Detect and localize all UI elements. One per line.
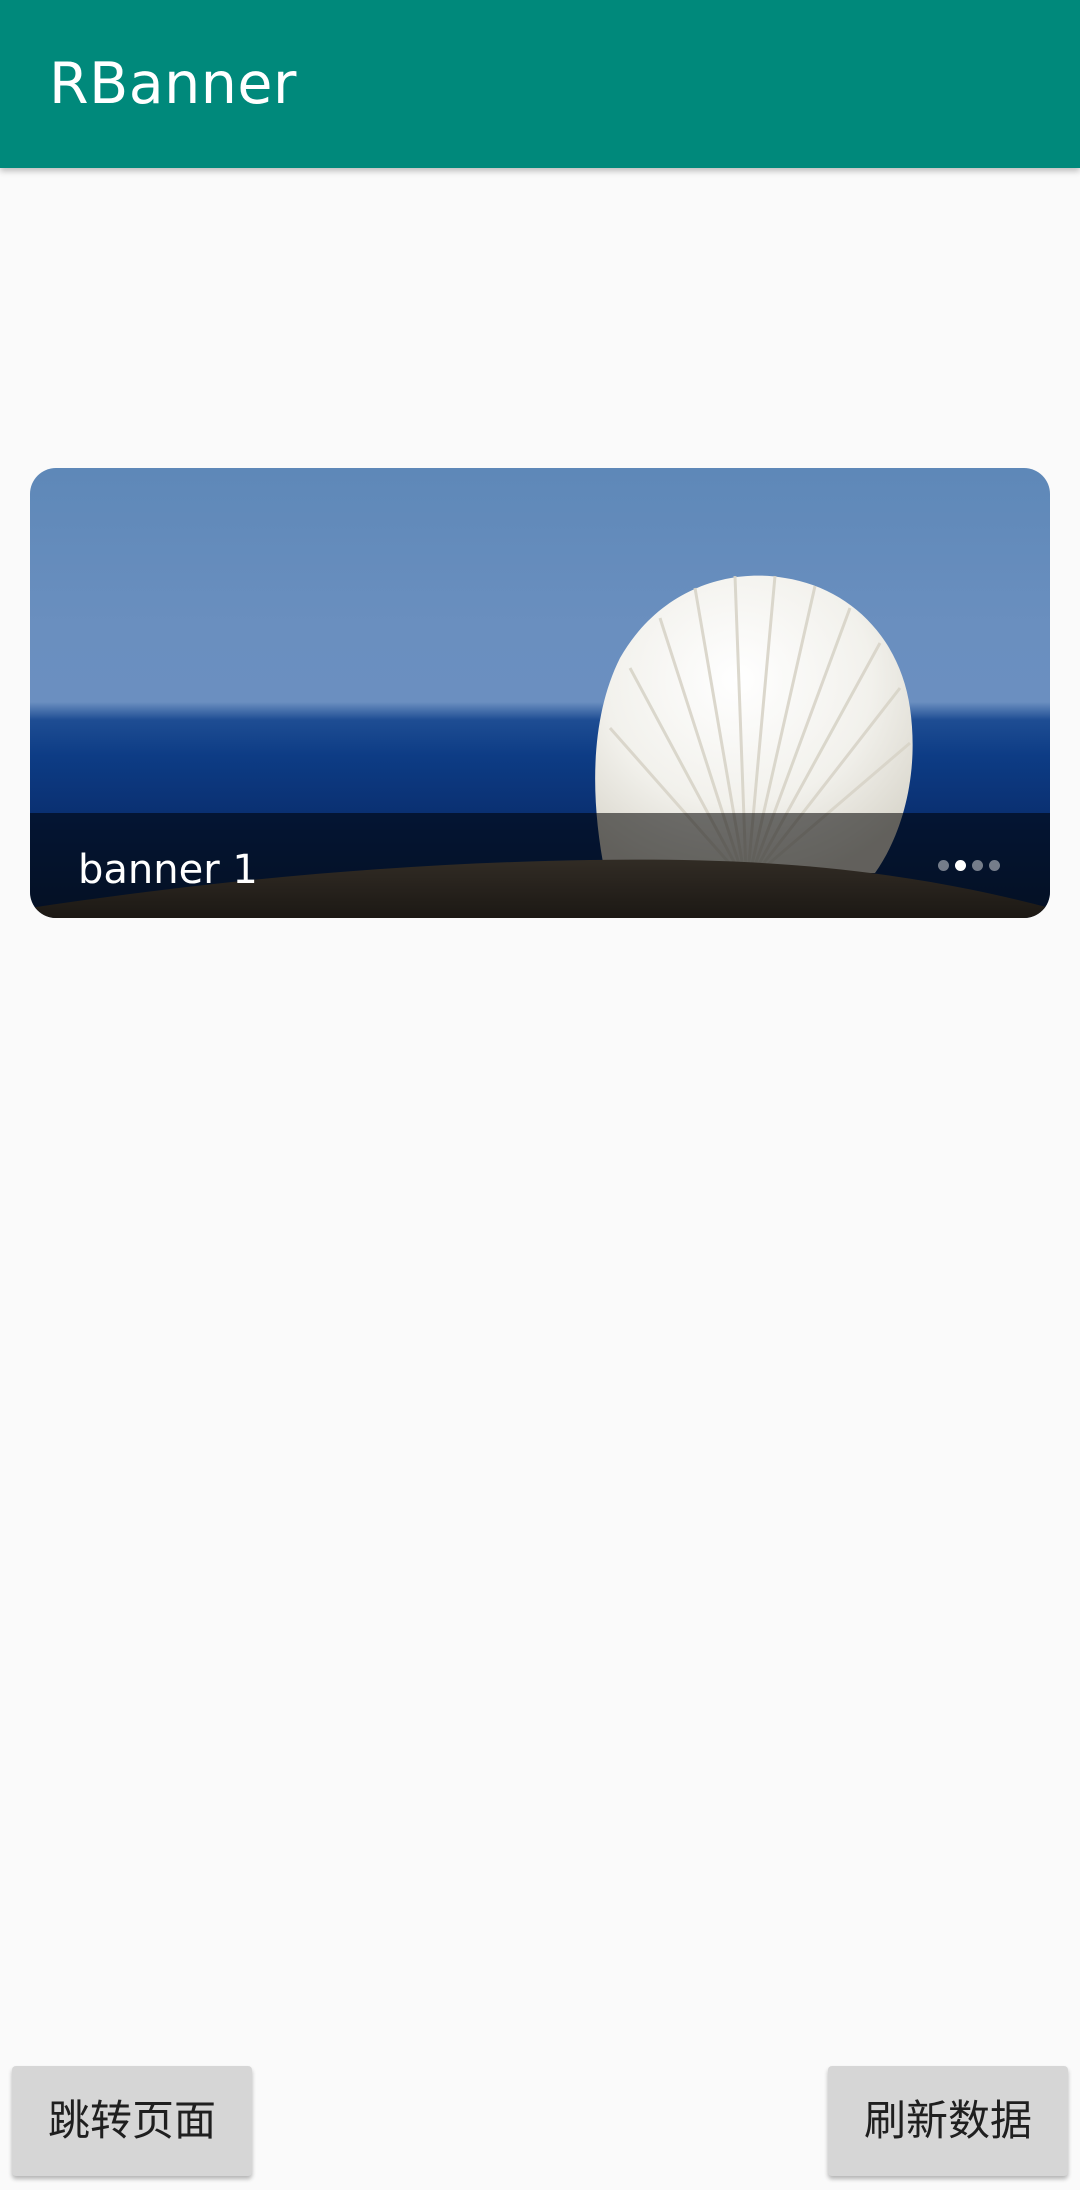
banner-caption: banner 1: [78, 847, 258, 893]
banner-caption-bar: banner 1: [30, 813, 1050, 918]
app-bar: RBanner: [0, 0, 1080, 168]
indicator-dot: [989, 860, 1000, 871]
app-title: RBanner: [49, 51, 297, 117]
indicator-dot-active: [955, 860, 966, 871]
indicator-dot: [972, 860, 983, 871]
refresh-data-button[interactable]: 刷新数据: [828, 2066, 1068, 2176]
indicator-dot: [938, 860, 949, 871]
page-indicator: [938, 860, 1000, 871]
jump-page-button[interactable]: 跳转页面: [12, 2066, 252, 2176]
banner-carousel[interactable]: banner 1: [30, 468, 1050, 918]
